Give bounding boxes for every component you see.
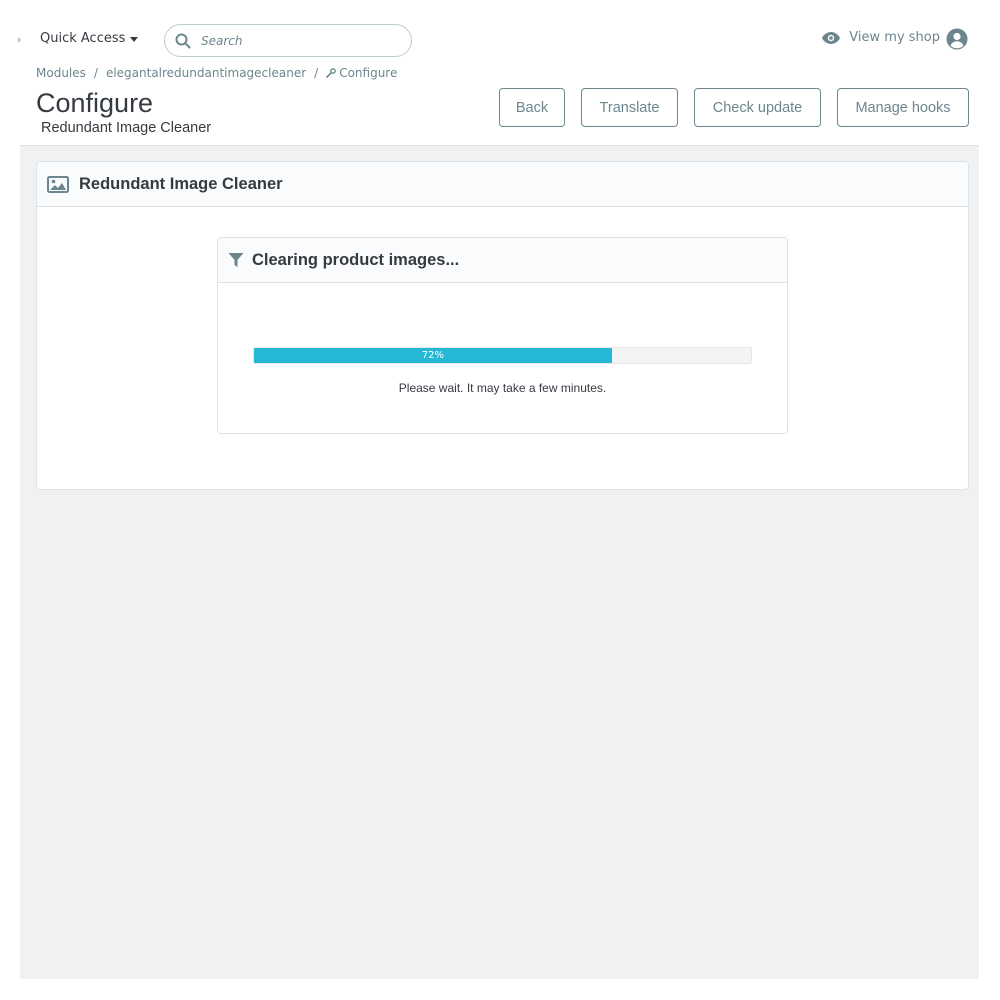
filter-icon (228, 253, 244, 267)
progress-panel-header: Clearing product images... (218, 238, 787, 283)
quick-access-label: Quick Access (40, 31, 126, 46)
progress-label: 72% (421, 350, 445, 361)
check-update-button[interactable]: Check update (694, 88, 821, 127)
breadcrumb-separator: / (314, 66, 319, 80)
breadcrumb-item-module[interactable]: elegantalredundantimagecleaner (106, 66, 306, 80)
user-account-icon[interactable] (946, 28, 968, 50)
image-icon (47, 175, 69, 193)
progress-panel-title: Clearing product images... (252, 250, 460, 269)
breadcrumb-configure-label: Configure (339, 66, 398, 80)
quick-access-dropdown[interactable]: Quick Access (40, 31, 139, 46)
breadcrumb-item-configure: Configure (326, 66, 397, 80)
manage-hooks-button[interactable]: Manage hooks (837, 88, 969, 127)
back-button[interactable]: Back (499, 88, 565, 127)
chevron-left-icon[interactable]: › (17, 33, 21, 46)
view-my-shop-label: View my shop (849, 30, 940, 45)
search-box[interactable] (164, 24, 412, 57)
page-subtitle: Redundant Image Cleaner (41, 120, 212, 136)
wait-message: Please wait. It may take a few minutes. (398, 381, 607, 395)
translate-button[interactable]: Translate (581, 88, 678, 127)
view-my-shop-link[interactable]: View my shop (821, 30, 940, 45)
caret-down-icon (130, 37, 139, 42)
search-input[interactable] (199, 32, 393, 49)
wrench-icon (326, 68, 337, 78)
progress-bar: 72% (253, 347, 752, 364)
eye-icon (822, 31, 841, 44)
breadcrumb-item-modules[interactable]: Modules (36, 66, 86, 80)
module-panel-header: Redundant Image Cleaner (37, 162, 968, 207)
breadcrumb: Modules / elegantalredundantimagecleaner… (36, 66, 397, 80)
module-panel-title: Redundant Image Cleaner (79, 174, 283, 193)
breadcrumb-separator: / (93, 66, 98, 80)
page-title: Configure (36, 88, 154, 118)
progress-bar-fill: 72% (254, 348, 612, 363)
search-icon (175, 33, 191, 48)
